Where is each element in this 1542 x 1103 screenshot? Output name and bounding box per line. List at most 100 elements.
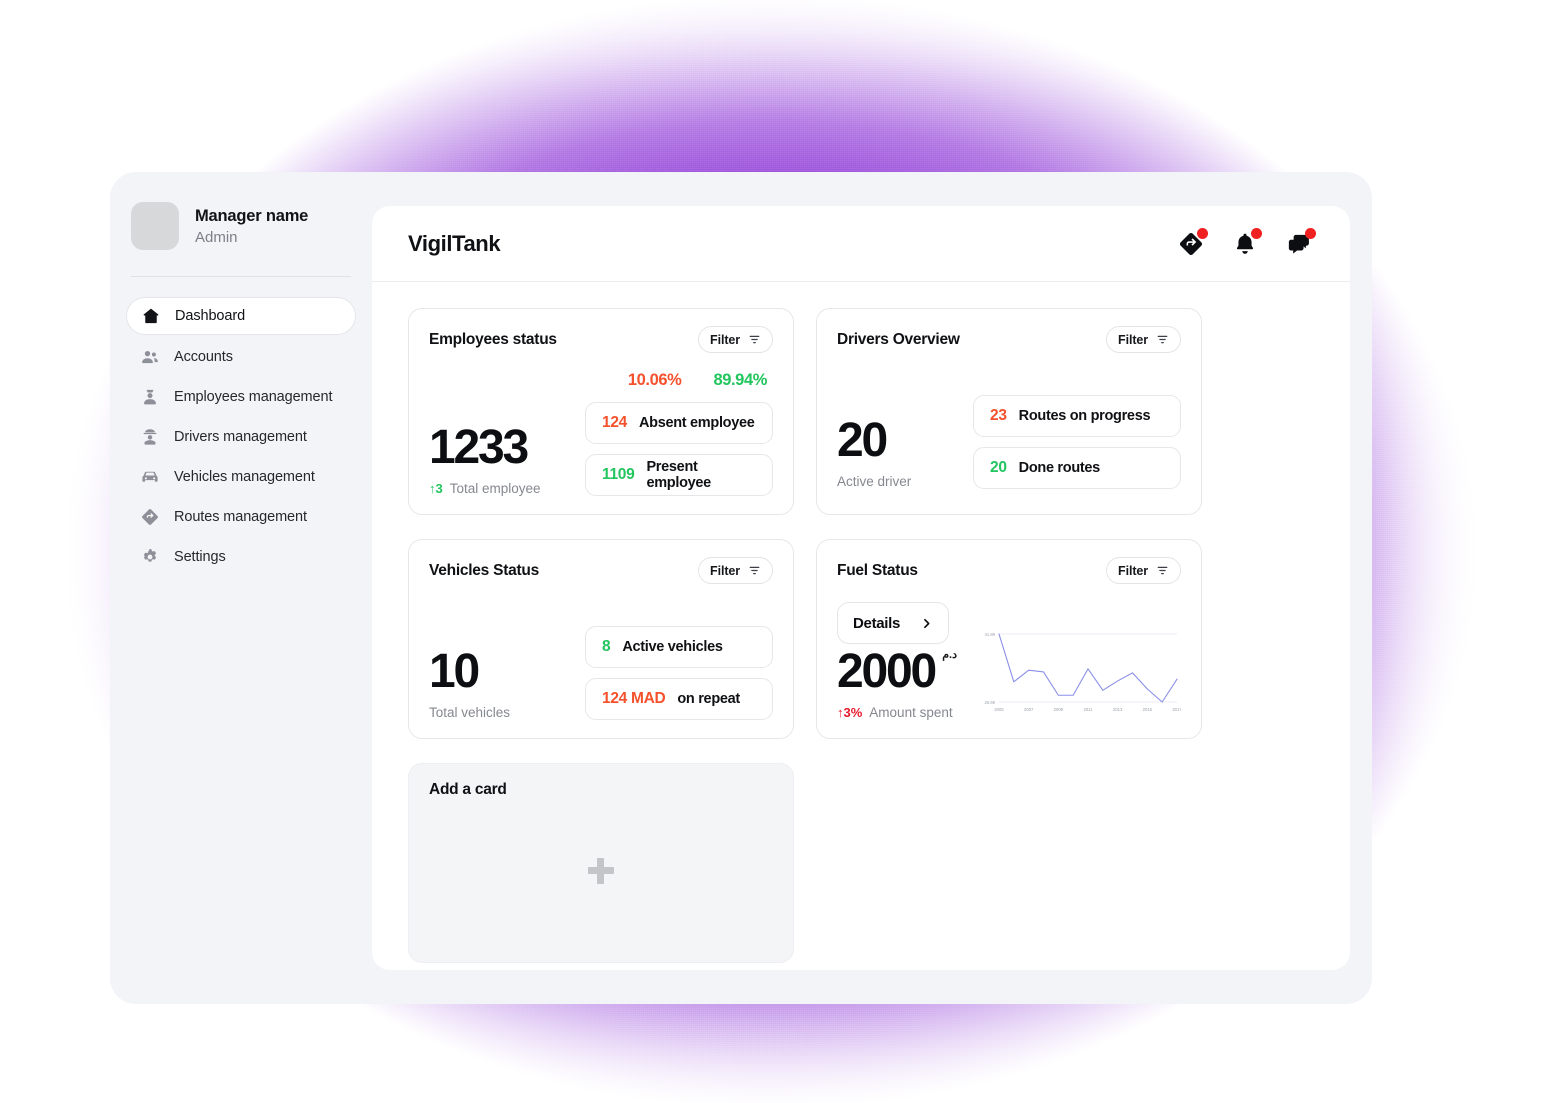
plus-icon [588,857,614,884]
sidebar-nav: Dashboard Accounts Employees management [126,297,356,575]
sidebar-item-label: Vehicles management [174,469,315,485]
sidebar-item-accounts[interactable]: Accounts [126,339,356,375]
screenshot-root: Manager name Admin Dashboard Accounts Em… [0,0,1542,1103]
details-button[interactable]: Details [837,602,949,644]
svg-text:2007: 2007 [1024,707,1034,712]
filter-label: Filter [710,332,740,347]
card-body: Details 2000 د.م ↑3% Amount spent 41.89 … [837,602,1183,721]
vehicles-breakdown: 8 Active vehicles 124 MAD on repeat [585,626,773,720]
drivers-total-value: 20 [837,414,888,467]
sidebar-item-dashboard[interactable]: Dashboard [126,297,356,335]
avatar [131,202,179,250]
fuel-status-card: Fuel Status Filter Details 2000 د.م ↑3% … [816,539,1202,739]
people-icon [140,347,160,367]
add-card-title: Add a card [429,781,507,798]
sidebar-item-label: Settings [174,549,226,565]
active-vehicles-label: Active vehicles [622,639,723,655]
svg-text:2005: 2005 [994,707,1004,712]
topbar: VigilTank [372,206,1350,282]
employees-subline: ↑3 Total employee [429,481,541,496]
card-title: Drivers Overview [837,330,960,348]
profile-role: Admin [195,228,238,246]
filter-icon [1157,566,1168,575]
filter-label: Filter [710,563,740,578]
driver-cap-icon [140,427,160,447]
fuel-delta: ↑3% [837,705,863,720]
main-panel: VigilTank Employees status Filter 1233 ↑… [372,206,1350,970]
routes-share-icon[interactable] [1176,227,1208,259]
sidebar-item-employees-management[interactable]: Employees management [126,379,356,415]
sidebar-item-routes-management[interactable]: Routes management [126,499,356,535]
sidebar-item-vehicles-management[interactable]: Vehicles management [126,459,356,495]
done-routes-count: 20 [990,459,1007,476]
card-header: Drivers Overview Filter [837,326,1181,353]
fuel-sub-label: Amount spent [869,705,953,720]
profile-text: Manager name Admin [195,207,308,246]
car-icon [140,467,160,487]
currency-symbol: د.م [942,649,957,661]
route-diamond-icon [140,507,160,527]
done-routes-label: Done routes [1018,460,1101,476]
profile-name: Manager name [195,206,309,225]
add-card-tile[interactable]: Add a card [408,763,794,963]
details-label: Details [853,614,901,632]
employees-delta: ↑3 [429,481,443,496]
notification-badge [1197,227,1208,239]
absent-employee-pill[interactable]: 124 Absent employee [585,402,773,444]
total-employee-block: 1233 ↑3 Total employee [429,424,541,497]
employees-percent-row: 10.06% 89.94% [628,371,773,390]
svg-text:2017: 2017 [1172,707,1181,712]
filter-label: Filter [1118,563,1148,578]
card-title: Fuel Status [837,561,918,579]
filter-icon [1157,335,1168,344]
fuel-chart-svg: 41.89 26.69 2005 2007 2009 2011 2013 2015 2017 [985,632,1183,712]
page-title: VigilTank [408,230,501,256]
filter-icon [749,335,760,344]
bell-icon[interactable] [1230,227,1262,259]
vehicles-subline: Total vehicles [429,705,510,720]
employee-badge-icon [140,387,160,407]
fuel-amount-number: 2000 [837,645,937,698]
sidebar-item-label: Dashboard [175,308,246,324]
card-title: Employees status [429,330,557,348]
present-percent: 89.94% [713,371,767,389]
drivers-subline: Active driver [837,474,911,489]
sidebar-divider [131,276,351,277]
done-routes-pill[interactable]: 20 Done routes [973,447,1181,489]
filter-button[interactable]: Filter [698,557,773,584]
absent-count: 124 [602,414,627,431]
sidebar-item-settings[interactable]: Settings [126,539,356,575]
routes-on-progress-count: 23 [990,407,1007,424]
chat-icon[interactable] [1284,227,1316,259]
chevron-right-icon [924,618,930,628]
sidebar-item-label: Employees management [174,389,333,405]
filter-button[interactable]: Filter [698,326,773,353]
svg-text:2009: 2009 [1054,707,1064,712]
card-body: 20 Active driver 23 Routes on progress 2… [837,371,1181,489]
present-label: Present employee [646,459,711,491]
employees-breakdown: 10.06% 89.94% 124 Absent employee 1109 P… [585,371,773,496]
sidebar-item-label: Drivers management [174,429,307,445]
present-count: 1109 [602,466,635,483]
filter-button[interactable]: Filter [1106,557,1181,584]
fuel-line-chart: 41.89 26.69 2005 2007 2009 2011 2013 2015 2017 [973,624,1183,720]
filter-button[interactable]: Filter [1106,326,1181,353]
sidebar-item-drivers-management[interactable]: Drivers management [126,419,356,455]
present-employee-pill[interactable]: 1109 Present employee [585,454,773,496]
on-repeat-pill[interactable]: 124 MAD on repeat [585,678,773,720]
dashboard-grid: Employees status Filter 1233 ↑3 Total em… [372,282,1350,970]
svg-text:2011: 2011 [1083,707,1093,712]
active-vehicles-count: 8 [602,638,611,655]
filter-label: Filter [1118,332,1148,347]
fuel-amount-value: 2000 د.م [837,645,957,698]
gear-icon [140,547,160,567]
active-driver-block: 20 Active driver [837,414,911,490]
active-vehicles-pill[interactable]: 8 Active vehicles [585,626,773,668]
profile-block[interactable]: Manager name Admin [126,198,356,250]
amount-spent-block: 2000 د.م ↑3% Amount spent [837,645,957,721]
card-body: 10 Total vehicles 8 Active vehicles 124 … [429,602,773,720]
svg-text:26.69: 26.69 [985,700,996,705]
sidebar-item-label: Accounts [174,349,233,365]
routes-on-progress-pill[interactable]: 23 Routes on progress [973,395,1181,437]
vehicles-sub-label: Total vehicles [429,705,511,720]
